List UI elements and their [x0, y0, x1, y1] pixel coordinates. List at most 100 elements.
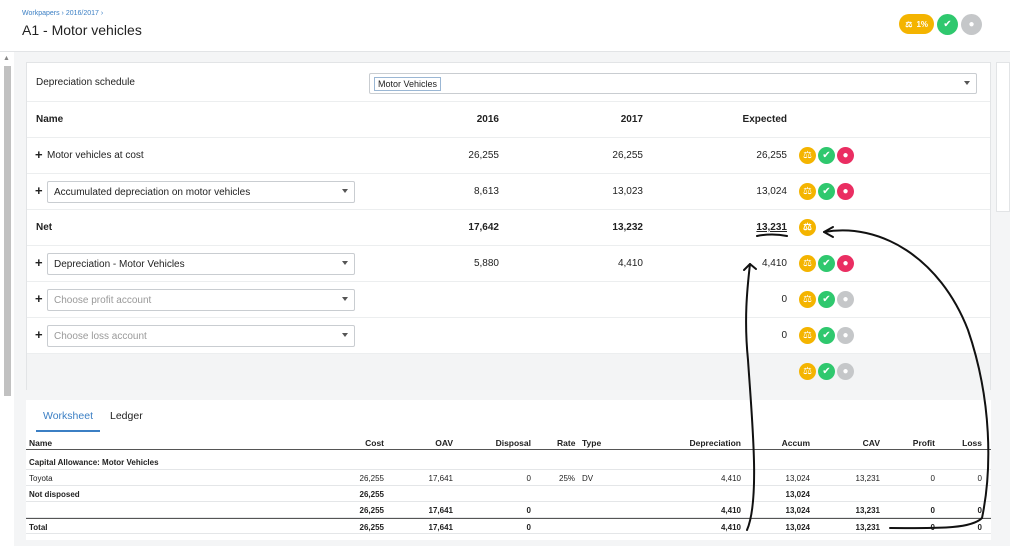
- ws-cav: 13,231: [855, 474, 880, 483]
- header-status-icons: ⚖ 1% ✔ ●: [899, 14, 982, 35]
- col-2016: 2016: [476, 114, 499, 125]
- schedule-row: Depreciation schedule Motor Vehicles: [27, 63, 990, 102]
- value-2017: 26,255: [612, 150, 643, 161]
- ws-col-oav: OAV: [435, 438, 453, 448]
- summary-status-icons: ⚖ ✔ ●: [799, 363, 854, 380]
- check-icon[interactable]: ✔: [937, 14, 958, 35]
- scale-icon: ⚖: [905, 19, 913, 29]
- ws-oav: 17,641: [428, 506, 453, 515]
- chevron-down-icon: [342, 261, 348, 265]
- scale-icon[interactable]: ⚖: [799, 363, 816, 380]
- ws-rate: 25%: [559, 474, 576, 483]
- expand-plus-icon[interactable]: +: [35, 327, 43, 342]
- user-icon[interactable]: ●: [837, 291, 854, 308]
- ws-disposal: 0: [526, 523, 531, 532]
- ws-loss: 0: [977, 523, 982, 532]
- value-expected: 4,410: [761, 258, 787, 269]
- scroll-up-icon[interactable]: ▲: [3, 55, 10, 62]
- ws-asset-row[interactable]: Toyota 26,255 17,641 0 25% DV 4,410 13,0…: [26, 470, 991, 486]
- check-icon[interactable]: ✔: [818, 363, 835, 380]
- tab-ledger[interactable]: Ledger: [110, 410, 143, 422]
- ws-depreciation: 4,410: [720, 506, 741, 515]
- ws-cost: 26,255: [359, 490, 384, 499]
- value-expected: 26,255: [756, 150, 787, 161]
- account-select[interactable]: Depreciation - Motor Vehicles: [47, 253, 355, 275]
- account-select[interactable]: Accumulated depreciation on motor vehicl…: [47, 181, 355, 203]
- breadcrumb[interactable]: Workpapers › 2016/2017 ›: [22, 10, 103, 17]
- ws-cav: 13,231: [855, 506, 880, 515]
- ws-col-accum: Accum: [781, 438, 810, 448]
- scale-icon[interactable]: ⚖: [799, 219, 816, 236]
- table-row: + Choose loss account 0 ⚖ ✔ ●: [27, 318, 990, 354]
- row-status-icons: ⚖ ✔ ●: [799, 327, 854, 344]
- ws-col-cost: Cost: [365, 438, 384, 448]
- chevron-down-icon: [342, 333, 348, 337]
- ws-not-disposed-label: Not disposed: [29, 490, 80, 499]
- ws-col-name: Name: [29, 438, 53, 448]
- left-scrollbar[interactable]: ▲: [0, 52, 14, 546]
- account-name: Motor vehicles at cost: [47, 150, 144, 161]
- check-icon[interactable]: ✔: [818, 147, 835, 164]
- ws-col-cav: CAV: [862, 438, 880, 448]
- value-expected: 13,024: [756, 186, 787, 197]
- worksheet-header: Name Cost OAV Disposal Rate Type Depreci…: [26, 434, 991, 450]
- check-icon[interactable]: ✔: [818, 327, 835, 344]
- review-progress-badge[interactable]: ⚖ 1%: [899, 14, 934, 34]
- user-icon[interactable]: ●: [837, 183, 854, 200]
- check-icon[interactable]: ✔: [818, 291, 835, 308]
- expand-plus-icon[interactable]: +: [35, 147, 43, 162]
- ws-accum: 13,024: [785, 506, 810, 515]
- schedule-selected-value: Motor Vehicles: [374, 77, 442, 91]
- row-status-icons: ⚖ ✔ ●: [799, 147, 854, 164]
- ws-disposal: 0: [526, 474, 531, 483]
- scrollbar-thumb[interactable]: [4, 66, 11, 396]
- check-icon[interactable]: ✔: [818, 255, 835, 272]
- row-status-icons: ⚖ ✔ ●: [799, 183, 854, 200]
- col-name: Name: [36, 114, 64, 125]
- table-row: + Motor vehicles at cost 26,255 26,255 2…: [27, 138, 990, 174]
- user-icon[interactable]: ●: [837, 363, 854, 380]
- expand-plus-icon[interactable]: +: [35, 183, 43, 198]
- scale-icon[interactable]: ⚖: [799, 183, 816, 200]
- scale-icon[interactable]: ⚖: [799, 327, 816, 344]
- tab-worksheet[interactable]: Worksheet: [36, 410, 100, 432]
- ws-disposal: 0: [526, 506, 531, 515]
- user-icon[interactable]: ●: [837, 255, 854, 272]
- net-row: Net 17,642 13,232 13,231 ⚖: [27, 210, 990, 246]
- summary-row: ⚖ ✔ ●: [27, 354, 990, 390]
- check-icon[interactable]: ✔: [818, 183, 835, 200]
- loss-account-select[interactable]: Choose loss account: [47, 325, 355, 347]
- row-status-icons: ⚖ ✔ ●: [799, 291, 854, 308]
- expand-plus-icon[interactable]: +: [35, 255, 43, 270]
- value-2017: 13,232: [612, 222, 643, 233]
- chevron-down-icon: [342, 297, 348, 301]
- page-title: A1 - Motor vehicles: [22, 22, 142, 38]
- ws-cost: 26,255: [359, 523, 384, 532]
- ws-total-row: Total 26,255 17,641 0 4,410 13,024 13,23…: [26, 518, 991, 534]
- value-2016: 8,613: [473, 186, 499, 197]
- user-icon[interactable]: ●: [837, 147, 854, 164]
- ws-accum: 13,024: [785, 523, 810, 532]
- ws-section-row: Capital Allowance: Motor Vehicles: [26, 454, 991, 470]
- user-icon[interactable]: ●: [961, 14, 982, 35]
- scale-icon[interactable]: ⚖: [799, 291, 816, 308]
- account-select-value: Depreciation - Motor Vehicles: [54, 259, 185, 270]
- profit-account-select[interactable]: Choose profit account: [47, 289, 355, 311]
- expand-plus-icon[interactable]: +: [35, 291, 43, 306]
- ws-loss: 0: [977, 474, 982, 483]
- ws-subtotal-row: 26,255 17,641 0 4,410 13,024 13,231 0 0: [26, 502, 991, 518]
- value-expected: 0: [781, 294, 787, 305]
- scale-icon[interactable]: ⚖: [799, 147, 816, 164]
- loss-account-placeholder: Choose loss account: [54, 331, 147, 342]
- ws-cav: 13,231: [855, 523, 880, 532]
- depreciation-card: Depreciation schedule Motor Vehicles Nam…: [26, 62, 991, 390]
- value-2016: 5,880: [473, 258, 499, 269]
- ws-oav: 17,641: [428, 523, 453, 532]
- value-expected: 13,231: [756, 222, 787, 233]
- user-icon[interactable]: ●: [837, 327, 854, 344]
- value-2017: 4,410: [617, 258, 643, 269]
- value-expected: 0: [781, 330, 787, 341]
- schedule-select[interactable]: Motor Vehicles: [369, 73, 977, 94]
- right-side-panel: [996, 62, 1010, 212]
- scale-icon[interactable]: ⚖: [799, 255, 816, 272]
